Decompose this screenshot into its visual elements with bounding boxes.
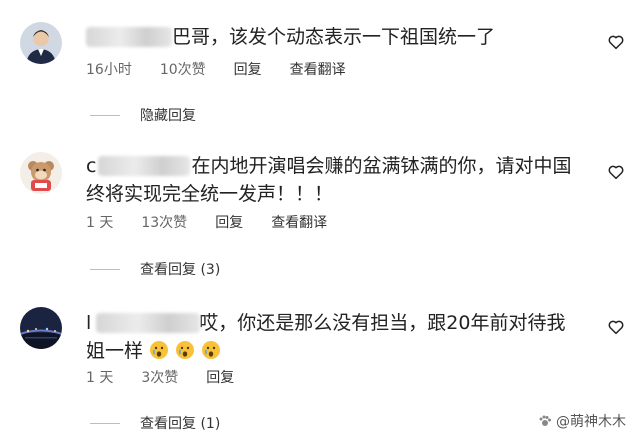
heart-outline-icon[interactable] xyxy=(607,318,625,336)
comment-meta: 1 天 13次赞 回复 查看翻译 xyxy=(86,212,355,232)
comment-time: 1 天 xyxy=(86,370,114,386)
comment-meta: 16小时 10次赞 回复 查看翻译 xyxy=(86,59,374,79)
translate-button[interactable]: 查看翻译 xyxy=(271,212,327,232)
blurred-username[interactable] xyxy=(96,313,200,333)
comment-text: 巴哥，该发个动态表示一下祖国统一了 xyxy=(172,26,496,48)
comment-meta: 1 天 3次赞 回复 xyxy=(86,367,262,387)
like-count[interactable]: 10次赞 xyxy=(160,59,206,79)
like-count[interactable]: 3次赞 xyxy=(141,367,178,387)
reply-button[interactable]: 回复 xyxy=(215,212,243,232)
replies-toggle[interactable]: 查看回复 (1) xyxy=(90,413,220,433)
avatar[interactable] xyxy=(20,307,62,349)
username-fragment[interactable]: l xyxy=(86,312,91,334)
comment-thread: 巴哥，该发个动态表示一下祖国统一了 16小时 10次赞 回复 查看翻译 隐藏回复 xyxy=(0,0,640,441)
avatar[interactable] xyxy=(20,22,62,64)
divider-line xyxy=(90,114,120,116)
username-fragment[interactable]: c xyxy=(86,155,96,177)
divider-line xyxy=(90,422,120,424)
like-count[interactable]: 13次赞 xyxy=(141,212,187,232)
replies-toggle[interactable]: 隐藏回复 xyxy=(90,105,196,125)
watermark: @萌神木木 xyxy=(538,411,626,431)
crying-face-emoji xyxy=(176,341,195,359)
emoji-row xyxy=(149,340,227,362)
watermark-text: @萌神木木 xyxy=(556,414,626,430)
heart-outline-icon[interactable] xyxy=(607,33,625,51)
crying-face-emoji xyxy=(150,341,169,359)
replies-toggle[interactable]: 查看回复 (3) xyxy=(90,259,220,279)
crying-face-emoji xyxy=(202,341,221,359)
view-replies-button[interactable]: 查看回复 (1) xyxy=(140,413,220,433)
translate-button[interactable]: 查看翻译 xyxy=(290,59,346,79)
avatar[interactable] xyxy=(20,152,62,194)
view-replies-button[interactable]: 查看回复 (3) xyxy=(140,259,220,279)
heart-outline-icon[interactable] xyxy=(607,163,625,181)
reply-button[interactable]: 回复 xyxy=(206,367,234,387)
paw-icon xyxy=(539,415,551,426)
comment-time: 16小时 xyxy=(86,62,132,78)
divider-line xyxy=(90,268,120,270)
reply-button[interactable]: 回复 xyxy=(234,59,262,79)
hide-replies-button[interactable]: 隐藏回复 xyxy=(140,105,196,125)
comment-time: 1 天 xyxy=(86,215,114,231)
blurred-username[interactable] xyxy=(98,156,190,176)
